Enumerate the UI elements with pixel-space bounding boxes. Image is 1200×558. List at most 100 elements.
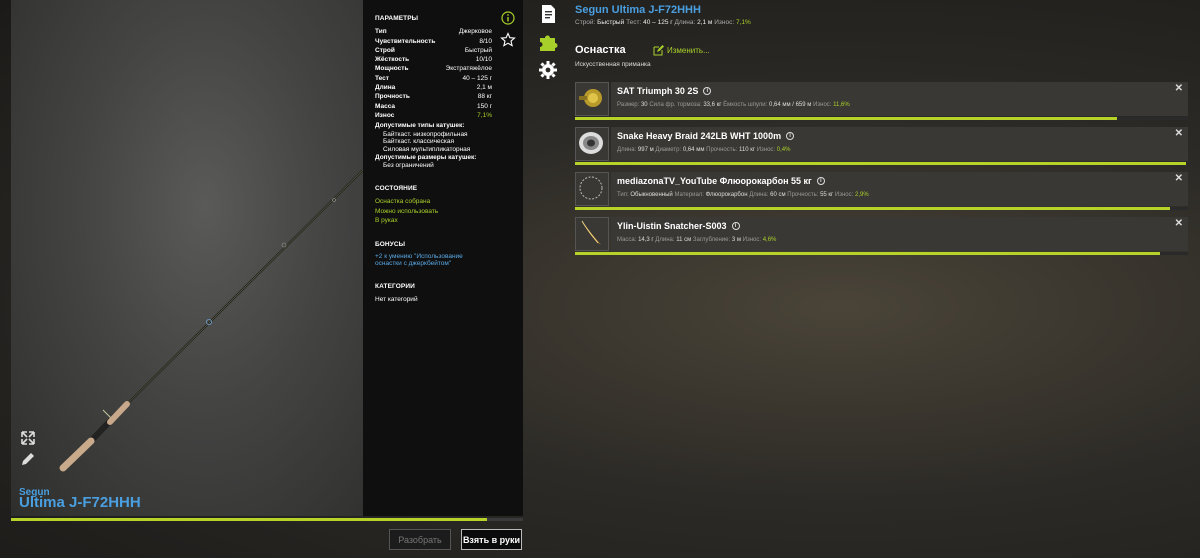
close-icon[interactable]: ✕ — [1175, 128, 1183, 139]
tackle-item[interactable]: Ylin-Uistin Snatcher-S003 i Масса: 14,3 г … — [575, 217, 1188, 255]
meta-key: Длина: — [749, 192, 769, 198]
rod-model: Ultima J-F72HHH — [19, 494, 141, 511]
durability-bar — [575, 162, 1188, 165]
puzzle-icon[interactable] — [538, 32, 558, 52]
tackle-item-name: mediazonaTV_YouTube Флюорокарбон 55 кг — [617, 176, 812, 186]
list-item: Силовая мультипликаторная — [383, 145, 471, 153]
edit-icon — [653, 45, 664, 56]
summary-key: Строй: — [575, 19, 596, 26]
bonus-heading: БОНУСЫ — [375, 240, 406, 248]
tackle-heading: Оснастка — [575, 44, 626, 56]
param-row: Мощность Экстратяжёлое — [375, 64, 492, 73]
param-value: Быстрый — [464, 46, 492, 54]
tackle-item[interactable]: SAT Triumph 30 2S i Размер: 30 Сила фр. то… — [575, 82, 1188, 120]
info-icon[interactable]: i — [703, 87, 712, 95]
param-rows: Тип Джерковое Чувствительность 8/10 Строй Быс… — [375, 27, 511, 120]
close-icon[interactable]: ✕ — [1175, 83, 1183, 94]
params-panel: ПАРАМЕТРЫ Тип Джерковое Чувствительность 8/… — [363, 0, 523, 516]
meta-key: Материал: — [674, 192, 704, 198]
wear-progress-bar — [11, 518, 523, 521]
param-label: Масса — [375, 102, 396, 110]
info-icon[interactable]: i — [731, 222, 740, 230]
meta-key: Диаметр: — [655, 147, 682, 153]
tackle-item-name-row: mediazonaTV_YouTube Флюорокарбон 55 кг i — [617, 176, 825, 186]
disassemble-button[interactable]: Разобрать — [389, 529, 451, 550]
param-row: Масса 150 г — [375, 102, 492, 111]
meta-value: 2,9% — [854, 192, 869, 198]
tackle-item-body: SAT Triumph 30 2S i Размер: 30 Сила фр. то… — [611, 82, 1188, 116]
meta-value: 55 кг — [820, 192, 834, 198]
meta-key: Тип: — [617, 192, 629, 198]
meta-value: Обыкновенный — [630, 192, 673, 198]
param-label: Чувствительность — [375, 37, 436, 45]
meta-value: Флюорокарбон — [705, 192, 748, 198]
meta-value: 14,3 г — [638, 237, 654, 243]
param-row: Тест 40 – 125 г — [375, 74, 492, 83]
tackle-item-body: mediazonaTV_YouTube Флюорокарбон 55 кг i Т… — [611, 172, 1188, 206]
edit-tackle-label: Изменить... — [667, 46, 710, 55]
tackle-item-meta: Размер: 30 Сила фр. тормоза: 33,6 кг Ёмк… — [617, 102, 850, 108]
info-icon[interactable]: i — [786, 132, 795, 140]
rod-viewer[interactable]: Segun Ultima J-F72HHH — [11, 0, 363, 516]
tackle-item[interactable]: Snake Heavy Braid 242LB WHT 1000m i Длина:… — [575, 127, 1188, 165]
favorite-star-icon[interactable] — [500, 32, 516, 48]
param-row: Прочность 88 кг — [375, 92, 492, 101]
reel-icon — [575, 82, 609, 116]
meta-value: 33,6 кг — [703, 102, 722, 108]
param-label: Прочность — [375, 93, 410, 101]
param-label: Тип — [375, 28, 387, 36]
tackle-item-name: SAT Triumph 30 2S — [617, 86, 699, 96]
param-label: Мощность — [375, 65, 409, 73]
info-icon[interactable] — [501, 11, 515, 25]
tackle-item-name-row: Ylin-Uistin Snatcher-S003 i — [617, 221, 740, 231]
rod-summary: Строй: Быстрый Тест: 40 – 125 г Длина: 2… — [575, 19, 751, 26]
meta-key: Прочность: — [787, 192, 819, 198]
edit-tackle-link[interactable]: Изменить... — [653, 45, 710, 56]
wear-progress-fill — [11, 518, 487, 521]
tackle-item-body: Ylin-Uistin Snatcher-S003 i Масса: 14,3 г … — [611, 217, 1188, 251]
list-item: Без ограничений — [383, 162, 434, 170]
expand-icon[interactable] — [19, 429, 37, 447]
param-value: 7,1% — [477, 111, 492, 119]
info-icon[interactable]: i — [816, 177, 825, 185]
param-value: 10/10 — [475, 56, 492, 64]
param-value: Экстратяжёлое — [445, 65, 492, 73]
document-icon[interactable] — [538, 4, 558, 24]
meta-key: Масса: — [617, 237, 637, 243]
meta-key: Сила фр. тормоза: — [649, 102, 702, 108]
meta-value: 0,4% — [776, 147, 791, 153]
rod-image — [59, 169, 363, 472]
meta-key: Длина: — [617, 147, 637, 153]
tackle-item[interactable]: mediazonaTV_YouTube Флюорокарбон 55 кг i Т… — [575, 172, 1188, 210]
meta-value: 4,6% — [762, 237, 777, 243]
state-list: Оснастка собрана Можно использовать В рука… — [375, 197, 511, 226]
tackle-item-name-row: Snake Heavy Braid 242LB WHT 1000m i — [617, 131, 795, 141]
durability-fill — [575, 162, 1186, 165]
meta-value: 997 м — [637, 147, 654, 153]
meta-key: Износ: — [756, 147, 776, 153]
tackle-item-meta: Масса: 14,3 г Длина: 11 см Заглубление: … — [617, 237, 776, 243]
bonus-list: +2 к умению "Использование оснастки с дже… — [375, 253, 511, 268]
meta-key: Износ: — [813, 102, 832, 108]
param-row: Жёсткость 10/10 — [375, 55, 492, 64]
meta-value: 30 — [640, 102, 648, 108]
param-label: Тест — [375, 74, 389, 82]
summary-value: 2,1 м — [697, 19, 713, 26]
meta-key: Ёмкость шпули: — [723, 102, 768, 108]
reel-sizes-label: Допустимые размеры катушек: — [375, 154, 477, 162]
param-label: Жёсткость — [375, 56, 410, 64]
durability-bar — [575, 207, 1188, 210]
gear-icon[interactable] — [538, 60, 558, 80]
tackle-item-name: Snake Heavy Braid 242LB WHT 1000m — [617, 131, 782, 141]
tackle-item-body: Snake Heavy Braid 242LB WHT 1000m i Длина:… — [611, 127, 1188, 161]
take-in-hands-button[interactable]: Взять в руки — [461, 529, 522, 550]
close-icon[interactable]: ✕ — [1175, 173, 1183, 184]
tackle-item-name-row: SAT Triumph 30 2S i — [617, 86, 712, 96]
summary-value: Быстрый — [597, 19, 625, 26]
meta-value: 0,64 мм / 659 м — [768, 102, 812, 108]
pencil-icon[interactable] — [19, 450, 37, 468]
category-heading: КАТЕГОРИИ — [375, 282, 415, 290]
list-item: оснастки с джеркбейтом" — [375, 260, 452, 268]
reel-types-label: Допустимые типы катушек: — [375, 122, 465, 130]
close-icon[interactable]: ✕ — [1175, 218, 1183, 229]
